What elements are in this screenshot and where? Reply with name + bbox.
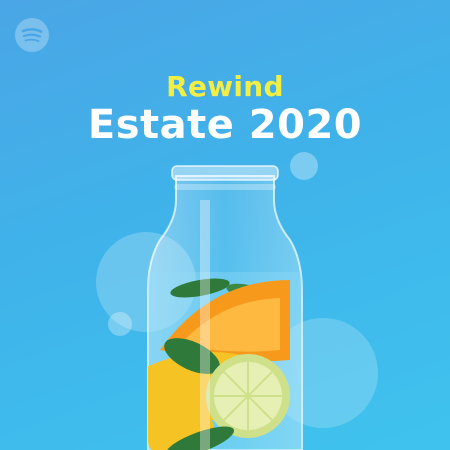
bottle-rim xyxy=(171,165,279,181)
playlist-cover: Rewind Estate 2020 xyxy=(0,0,450,450)
spotify-logo-icon xyxy=(15,18,49,52)
cover-title: Estate 2020 xyxy=(87,102,363,148)
bottle-ring xyxy=(174,184,276,190)
infused-water-bottle-image xyxy=(147,165,303,450)
cover-kicker: Rewind xyxy=(166,70,284,103)
decorative-bubble xyxy=(108,312,132,336)
